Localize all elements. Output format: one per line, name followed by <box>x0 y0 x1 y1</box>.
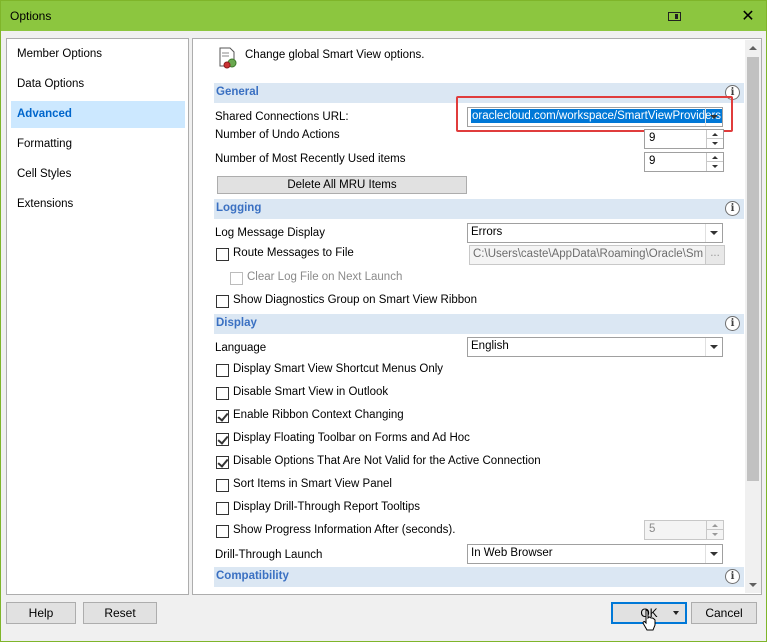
help-window-icon[interactable] <box>663 5 685 27</box>
info-icon[interactable]: i <box>725 569 740 584</box>
disable-invalid-options-label: Disable Options That Are Not Valid for t… <box>233 455 541 467</box>
sort-items-label: Sort Items in Smart View Panel <box>233 478 392 490</box>
advanced-options-panel: Change global Smart View options. Genera… <box>192 38 762 595</box>
ok-dropdown-icon[interactable] <box>667 604 685 622</box>
nav-item-formatting[interactable]: Formatting <box>11 131 185 158</box>
shortcut-menus-label: Display Smart View Shortcut Menus Only <box>233 363 444 375</box>
log-path-field: C:\Users\caste\AppData\Roaming\Oracle\Sm… <box>469 245 725 265</box>
disable-invalid-options-checkbox[interactable] <box>216 456 229 469</box>
diagnostics-label: Show Diagnostics Group on Smart View Rib… <box>233 294 477 306</box>
section-title: Display <box>216 317 257 329</box>
language-label: Language <box>215 342 267 354</box>
mru-items-stepper[interactable]: 9 <box>644 152 724 172</box>
language-select[interactable]: English <box>467 337 723 357</box>
mouse-cursor-icon <box>642 609 656 631</box>
progress-seconds-stepper: 5 <box>644 520 724 540</box>
log-display-label: Log Message Display <box>215 227 325 239</box>
window-title: Options <box>10 9 52 23</box>
title-bar[interactable]: Options ✕ <box>1 1 766 31</box>
chevron-down-icon[interactable] <box>705 545 722 563</box>
clear-log-label: Clear Log File on Next Launch <box>247 271 403 283</box>
drill-tooltips-checkbox[interactable] <box>216 502 229 515</box>
drill-launch-select[interactable]: In Web Browser <box>467 544 723 564</box>
annotation-highlight <box>456 96 733 132</box>
scroll-up-icon[interactable] <box>745 40 761 56</box>
mru-items-value[interactable]: 9 <box>649 155 655 167</box>
progress-info-label: Show Progress Information After (seconds… <box>233 524 456 536</box>
spin-up-icon[interactable] <box>707 130 723 139</box>
section-logging[interactable]: Logging i <box>214 199 744 219</box>
diagnostics-checkbox[interactable] <box>216 295 229 308</box>
close-icon[interactable]: ✕ <box>737 5 759 27</box>
section-title: General <box>216 86 259 98</box>
section-title: Compatibility <box>216 570 289 582</box>
spin-down-icon <box>707 530 723 539</box>
options-document-icon <box>219 47 237 69</box>
section-compatibility[interactable]: Compatibility i <box>214 567 744 587</box>
info-icon[interactable]: i <box>725 201 740 216</box>
ribbon-context-checkbox[interactable] <box>216 410 229 423</box>
vertical-scrollbar[interactable] <box>745 40 761 593</box>
spin-up-icon[interactable] <box>707 153 723 162</box>
section-display[interactable]: Display i <box>214 314 744 334</box>
nav-item-member-options[interactable]: Member Options <box>11 41 185 68</box>
nav-item-data-options[interactable]: Data Options <box>11 71 185 98</box>
nav-item-extensions[interactable]: Extensions <box>11 191 185 218</box>
clear-log-checkbox <box>230 272 243 285</box>
undo-actions-label: Number of Undo Actions <box>215 129 340 141</box>
log-display-value: Errors <box>471 226 503 238</box>
floating-toolbar-label: Display Floating Toolbar on Forms and Ad… <box>233 432 470 444</box>
nav-item-advanced[interactable]: Advanced <box>11 101 185 128</box>
sort-items-checkbox[interactable] <box>216 479 229 492</box>
drill-launch-value: In Web Browser <box>471 547 553 559</box>
cancel-button[interactable]: Cancel <box>691 602 757 624</box>
chevron-down-icon[interactable] <box>705 224 722 242</box>
log-path-value: C:\Users\caste\AppData\Roaming\Oracle\Sm… <box>473 248 703 260</box>
panel-description: Change global Smart View options. <box>245 49 425 61</box>
undo-actions-value[interactable]: 9 <box>649 132 655 144</box>
delete-mru-button[interactable]: Delete All MRU Items <box>217 176 467 194</box>
shared-url-label: Shared Connections URL: <box>215 111 349 123</box>
progress-seconds-value: 5 <box>649 523 656 535</box>
info-icon[interactable]: i <box>725 316 740 331</box>
chevron-down-icon[interactable] <box>705 338 722 356</box>
scroll-thumb[interactable] <box>747 57 759 481</box>
undo-actions-stepper[interactable]: 9 <box>644 129 724 149</box>
spin-down-icon[interactable] <box>707 162 723 171</box>
reset-button[interactable]: Reset <box>83 602 157 624</box>
nav-item-cell-styles[interactable]: Cell Styles <box>11 161 185 188</box>
options-nav: Member Options Data Options Advanced For… <box>6 38 189 595</box>
spin-up-icon <box>707 521 723 530</box>
drill-tooltips-label: Display Drill-Through Report Tooltips <box>233 501 421 513</box>
route-messages-checkbox[interactable] <box>216 248 229 261</box>
options-dialog: Options ✕ Member Options Data Options Ad… <box>0 0 767 642</box>
floating-toolbar-checkbox[interactable] <box>216 433 229 446</box>
browse-button: ... <box>705 246 724 264</box>
ribbon-context-label: Enable Ribbon Context Changing <box>233 409 404 421</box>
section-title: Logging <box>216 202 262 214</box>
progress-info-checkbox[interactable] <box>216 525 229 538</box>
language-value: English <box>471 340 509 352</box>
spin-down-icon[interactable] <box>707 139 723 148</box>
disable-outlook-label: Disable Smart View in Outlook <box>233 386 389 398</box>
drill-launch-label: Drill-Through Launch <box>215 549 323 561</box>
route-messages-label: Route Messages to File <box>233 247 354 259</box>
scroll-down-icon[interactable] <box>745 577 761 593</box>
log-display-select[interactable]: Errors <box>467 223 723 243</box>
help-button[interactable]: Help <box>6 602 76 624</box>
disable-outlook-checkbox[interactable] <box>216 387 229 400</box>
mru-items-label: Number of Most Recently Used items <box>215 153 406 165</box>
shortcut-menus-checkbox[interactable] <box>216 364 229 377</box>
